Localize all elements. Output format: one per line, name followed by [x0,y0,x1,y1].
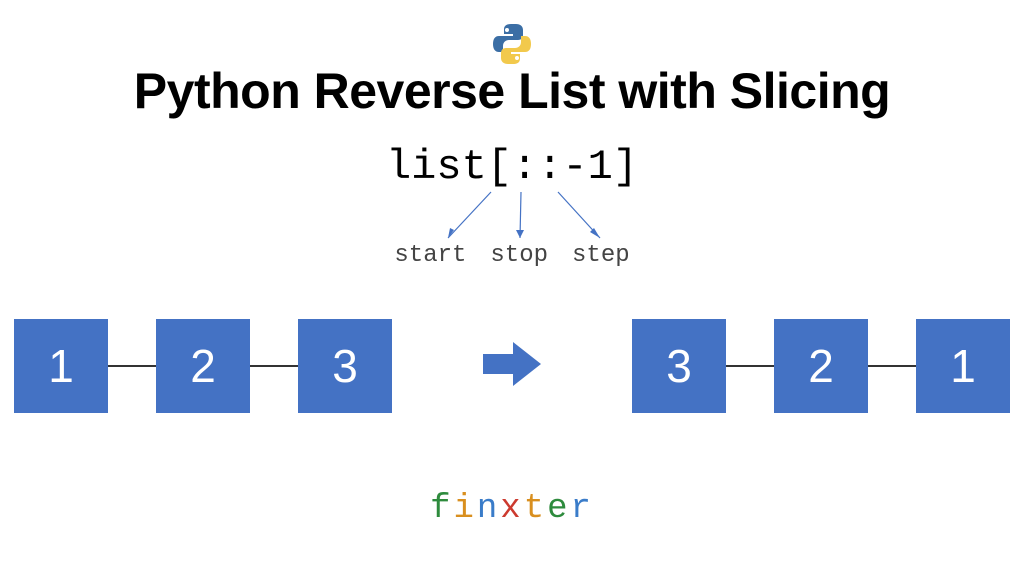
list-before: 1 2 3 [14,319,392,413]
brand-letter: t [524,490,547,528]
transform-arrow-icon [481,338,543,395]
list-node: 1 [916,319,1010,413]
list-node: 2 [156,319,250,413]
brand-letter: i [453,490,476,528]
list-after: 3 2 1 [632,319,1010,413]
page-title: Python Reverse List with Slicing [0,62,1024,120]
arrow-step-head [590,228,600,238]
slice-start-label: start [394,242,466,269]
brand-logo: finxter [0,490,1024,528]
arrow-step [558,192,600,238]
list-connector [726,365,774,367]
brand-letter: n [477,490,500,528]
slice-step-label: step [572,242,630,269]
list-row: 1 2 3 3 2 1 [0,318,1024,414]
list-node: 2 [774,319,868,413]
list-connector [250,365,298,367]
list-connector [108,365,156,367]
arrow-stop [520,192,521,238]
brand-letter: e [547,490,570,528]
code-expression: list[::-1] [0,143,1024,191]
list-node: 1 [14,319,108,413]
brand-letter: r [571,490,594,528]
brand-letter: x [500,490,523,528]
list-node: 3 [298,319,392,413]
slice-labels: start stop step [394,242,629,269]
list-node: 3 [632,319,726,413]
arrow-start [448,192,491,238]
arrow-stop-head [516,230,524,238]
slice-stop-label: stop [490,242,548,269]
brand-letter: f [430,490,453,528]
list-connector [868,365,916,367]
arrow-start-head [448,228,454,238]
